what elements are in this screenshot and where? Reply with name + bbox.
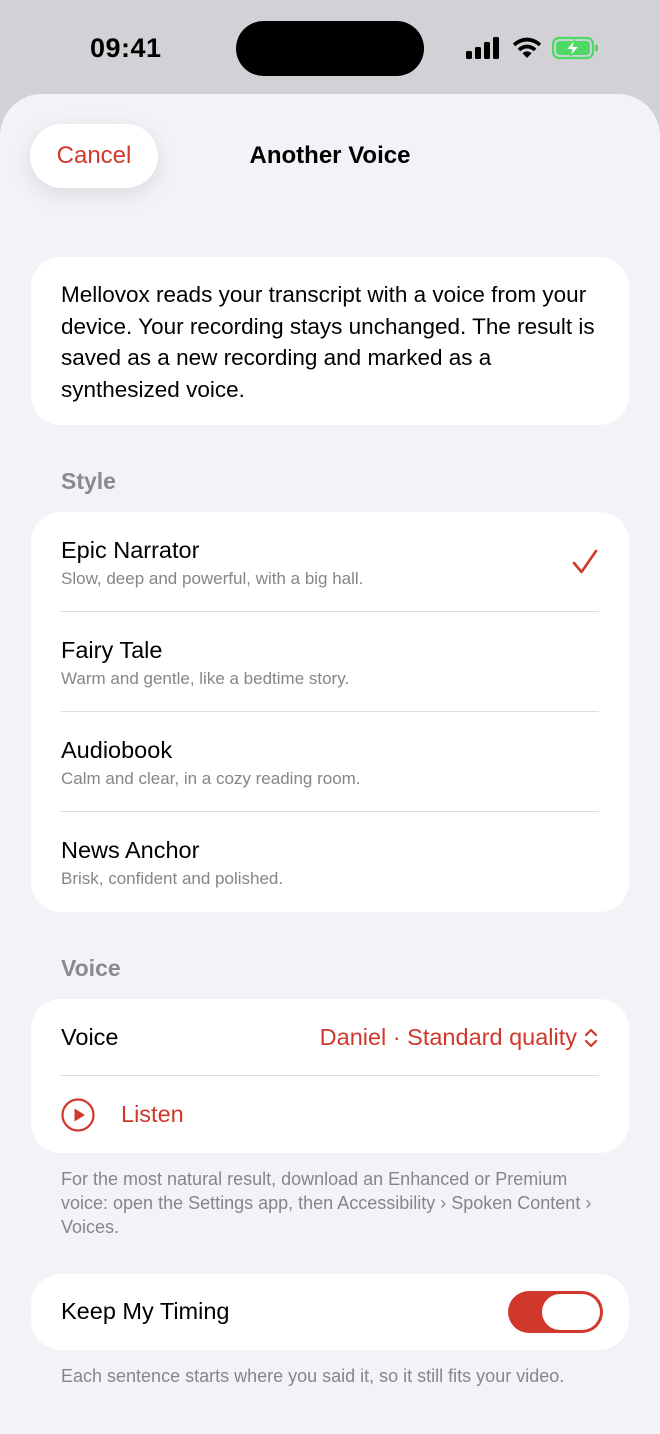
- voice-picker[interactable]: Voice Daniel · Standard quality: [31, 999, 629, 1076]
- voice-footnote: For the most natural result, download an…: [61, 1169, 592, 1237]
- style-description: Slow, deep and powerful, with a big hall…: [61, 569, 364, 588]
- style-description: Brisk, confident and polished.: [61, 869, 284, 888]
- style-name: Audiobook: [61, 737, 173, 763]
- status-bar: 09:41: [0, 0, 660, 96]
- style-name: News Anchor: [61, 837, 200, 863]
- battery-charging-icon: [552, 36, 598, 60]
- keep-timing-card: Keep My Timing: [31, 1274, 629, 1350]
- style-item-news-anchor[interactable]: News Anchor Brisk, confident and polishe…: [31, 812, 629, 912]
- timing-footnote: Each sentence starts where you said it, …: [61, 1366, 565, 1386]
- screen: 09:41 Cancel Another Voice Mellovox read…: [0, 0, 660, 1434]
- style-description: Warm and gentle, like a bedtime story.: [61, 669, 350, 688]
- intro-card: Mellovox reads your transcript with a vo…: [31, 257, 629, 425]
- voice-sheet: Cancel Another Voice Mellovox reads your…: [0, 94, 660, 1434]
- keep-timing-label: Keep My Timing: [61, 1298, 230, 1324]
- style-list: Epic Narrator Slow, deep and powerful, w…: [31, 512, 629, 912]
- page-title: Another Voice: [249, 142, 411, 169]
- toggle-knob: [542, 1294, 600, 1330]
- intro-text: Mellovox reads your transcript with a vo…: [61, 282, 595, 402]
- listen-button[interactable]: Listen: [31, 1076, 629, 1153]
- cellular-signal-icon: [466, 37, 499, 59]
- style-name: Fairy Tale: [61, 637, 163, 663]
- style-section-label: Style: [61, 468, 116, 494]
- listen-label: Listen: [121, 1101, 184, 1127]
- style-item-epic-narrator[interactable]: Epic Narrator Slow, deep and powerful, w…: [31, 512, 629, 612]
- voice-section-label: Voice: [61, 955, 121, 981]
- voice-card: Voice Daniel · Standard quality Listen: [31, 999, 629, 1153]
- checkmark-icon: [572, 549, 598, 574]
- keep-timing-toggle[interactable]: [508, 1291, 603, 1333]
- chevron-up-down-icon: [584, 1028, 598, 1048]
- style-name: Epic Narrator: [61, 537, 200, 563]
- status-time: 09:41: [90, 33, 162, 63]
- navigation-bar: Cancel Another Voice: [0, 94, 660, 224]
- wifi-icon: [512, 37, 542, 58]
- voice-label: Voice: [61, 1024, 119, 1050]
- play-circle-icon: [61, 1098, 95, 1132]
- voice-value: Daniel · Standard quality: [319, 1024, 577, 1050]
- dynamic-island: [236, 21, 424, 76]
- style-description: Calm and clear, in a cozy reading room.: [61, 769, 361, 788]
- style-item-fairy-tale[interactable]: Fairy Tale Warm and gentle, like a bedti…: [31, 612, 629, 712]
- style-item-audiobook[interactable]: Audiobook Calm and clear, in a cozy read…: [31, 712, 629, 812]
